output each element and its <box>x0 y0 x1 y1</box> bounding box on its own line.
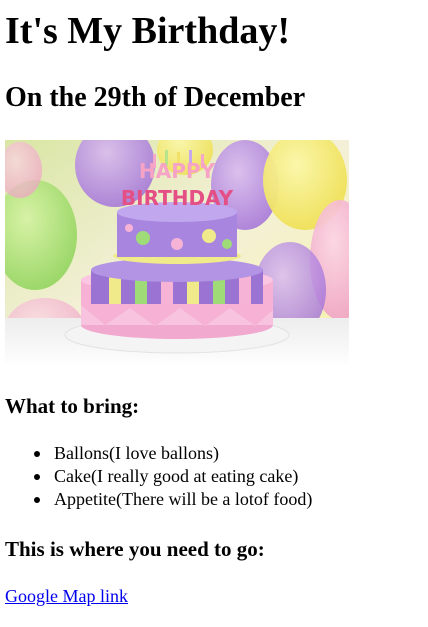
list-item: Appetite(There will be a lotof food) <box>32 488 312 511</box>
date-heading: On the 29th of December <box>5 82 306 113</box>
bring-heading: What to bring: <box>5 394 140 418</box>
cake-topper-line2: BIRTHDAY <box>121 186 234 210</box>
cake-topper-line1: HAPPY <box>139 159 216 183</box>
page-title: It's My Birthday! <box>5 10 290 52</box>
location-heading: This is where you need to go: <box>5 537 265 561</box>
list-item: Ballons(I love ballons) <box>32 442 312 465</box>
birthday-cake-image: HAPPY BIRTHDAY <box>5 140 349 368</box>
bring-list: Ballons(I love ballons) Cake(I really go… <box>32 442 312 511</box>
list-item: Cake(I really good at eating cake) <box>32 465 312 488</box>
google-map-link[interactable]: Google Map link <box>5 585 128 607</box>
